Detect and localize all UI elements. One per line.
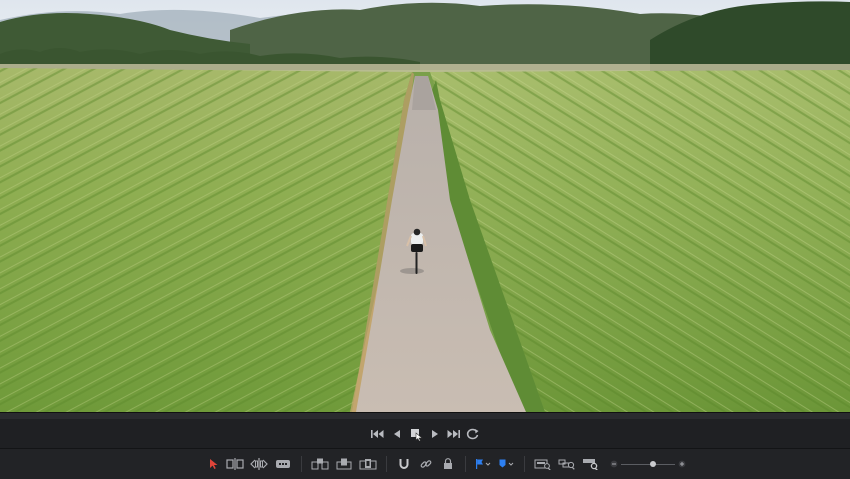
video-frame — [0, 0, 850, 412]
play-reverse-icon[interactable] — [387, 424, 406, 444]
go-to-start-icon[interactable] — [368, 424, 387, 444]
zoom-detail-icon[interactable] — [555, 453, 579, 475]
zoom-slider-handle[interactable] — [650, 461, 657, 467]
toolbar-separator — [524, 456, 525, 472]
viewer-divider[interactable] — [0, 412, 850, 419]
stop-icon[interactable] — [406, 424, 425, 444]
flag-icon[interactable] — [472, 453, 494, 475]
zoom-full-icon[interactable] — [531, 453, 555, 475]
dynamic-trim-mode-icon[interactable] — [247, 453, 271, 475]
transport-controls — [0, 419, 850, 449]
zoom-out-icon[interactable] — [607, 453, 621, 475]
replace-clip-icon[interactable] — [356, 453, 380, 475]
linked-selection-icon[interactable] — [415, 453, 437, 475]
loop-icon[interactable] — [463, 424, 482, 444]
video-preview-viewer[interactable] — [0, 0, 850, 412]
zoom-slider[interactable] — [621, 458, 675, 470]
play-icon[interactable] — [425, 424, 444, 444]
selection-mode-icon[interactable] — [205, 453, 223, 475]
zoom-slider-track — [621, 464, 675, 465]
snapping-icon[interactable] — [393, 453, 415, 475]
edit-toolbar — [0, 449, 850, 479]
go-to-end-icon[interactable] — [444, 424, 463, 444]
blade-edit-mode-icon[interactable] — [271, 453, 295, 475]
toolbar-separator — [386, 456, 387, 472]
zoom-custom-icon[interactable] — [579, 453, 603, 475]
zoom-in-icon[interactable] — [675, 453, 689, 475]
trim-edit-mode-icon[interactable] — [223, 453, 247, 475]
marker-icon[interactable] — [494, 453, 518, 475]
toolbar-separator — [301, 456, 302, 472]
video-editor-window — [0, 0, 850, 479]
position-lock-icon[interactable] — [437, 453, 459, 475]
toolbar-separator — [465, 456, 466, 472]
insert-clip-icon[interactable] — [308, 453, 332, 475]
overwrite-clip-icon[interactable] — [332, 453, 356, 475]
